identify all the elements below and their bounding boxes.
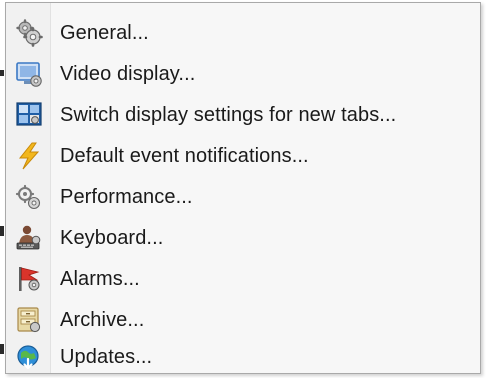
menu-item-label: Switch display settings for new tabs... [60, 103, 397, 126]
gears-icon [14, 18, 44, 48]
window-edge-mark [0, 226, 4, 236]
switch-display-icon [14, 100, 44, 130]
menu-item-label: Default event notifications... [60, 144, 309, 167]
updates-icon [14, 342, 44, 372]
options-context-menu: General... Video display... Switch displ… [5, 2, 481, 374]
video-display-icon [14, 59, 44, 89]
archive-icon [14, 305, 44, 335]
keyboard-user-icon [14, 223, 44, 253]
window-edge-mark [0, 70, 4, 76]
menu-item-alarms[interactable]: Alarms... [10, 262, 476, 296]
menu-item-label: Archive... [60, 308, 145, 331]
menu-item-switch-display-settings[interactable]: Switch display settings for new tabs... [10, 98, 476, 132]
lightning-icon [14, 141, 44, 171]
menu-item-performance[interactable]: Performance... [10, 180, 476, 214]
menu-item-archive[interactable]: Archive... [10, 303, 476, 337]
menu-item-video-display[interactable]: Video display... [10, 57, 476, 91]
screenshot-frame: General... Video display... Switch displ… [0, 0, 488, 378]
menu-item-label: Keyboard... [60, 226, 164, 249]
alarm-flag-icon [14, 264, 44, 294]
menu-item-updates[interactable]: Updates... [10, 340, 476, 374]
menu-item-label: Performance... [60, 185, 193, 208]
window-edge-mark [0, 344, 4, 354]
menu-item-label: Video display... [60, 62, 196, 85]
menu-item-keyboard[interactable]: Keyboard... [10, 221, 476, 255]
menu-item-label: Alarms... [60, 267, 140, 290]
menu-item-general[interactable]: General... [10, 16, 476, 50]
menu-item-default-event-notifications[interactable]: Default event notifications... [10, 139, 476, 173]
performance-gears-icon [14, 182, 44, 212]
menu-item-label: Updates... [60, 345, 153, 368]
menu-item-label: General... [60, 21, 149, 44]
